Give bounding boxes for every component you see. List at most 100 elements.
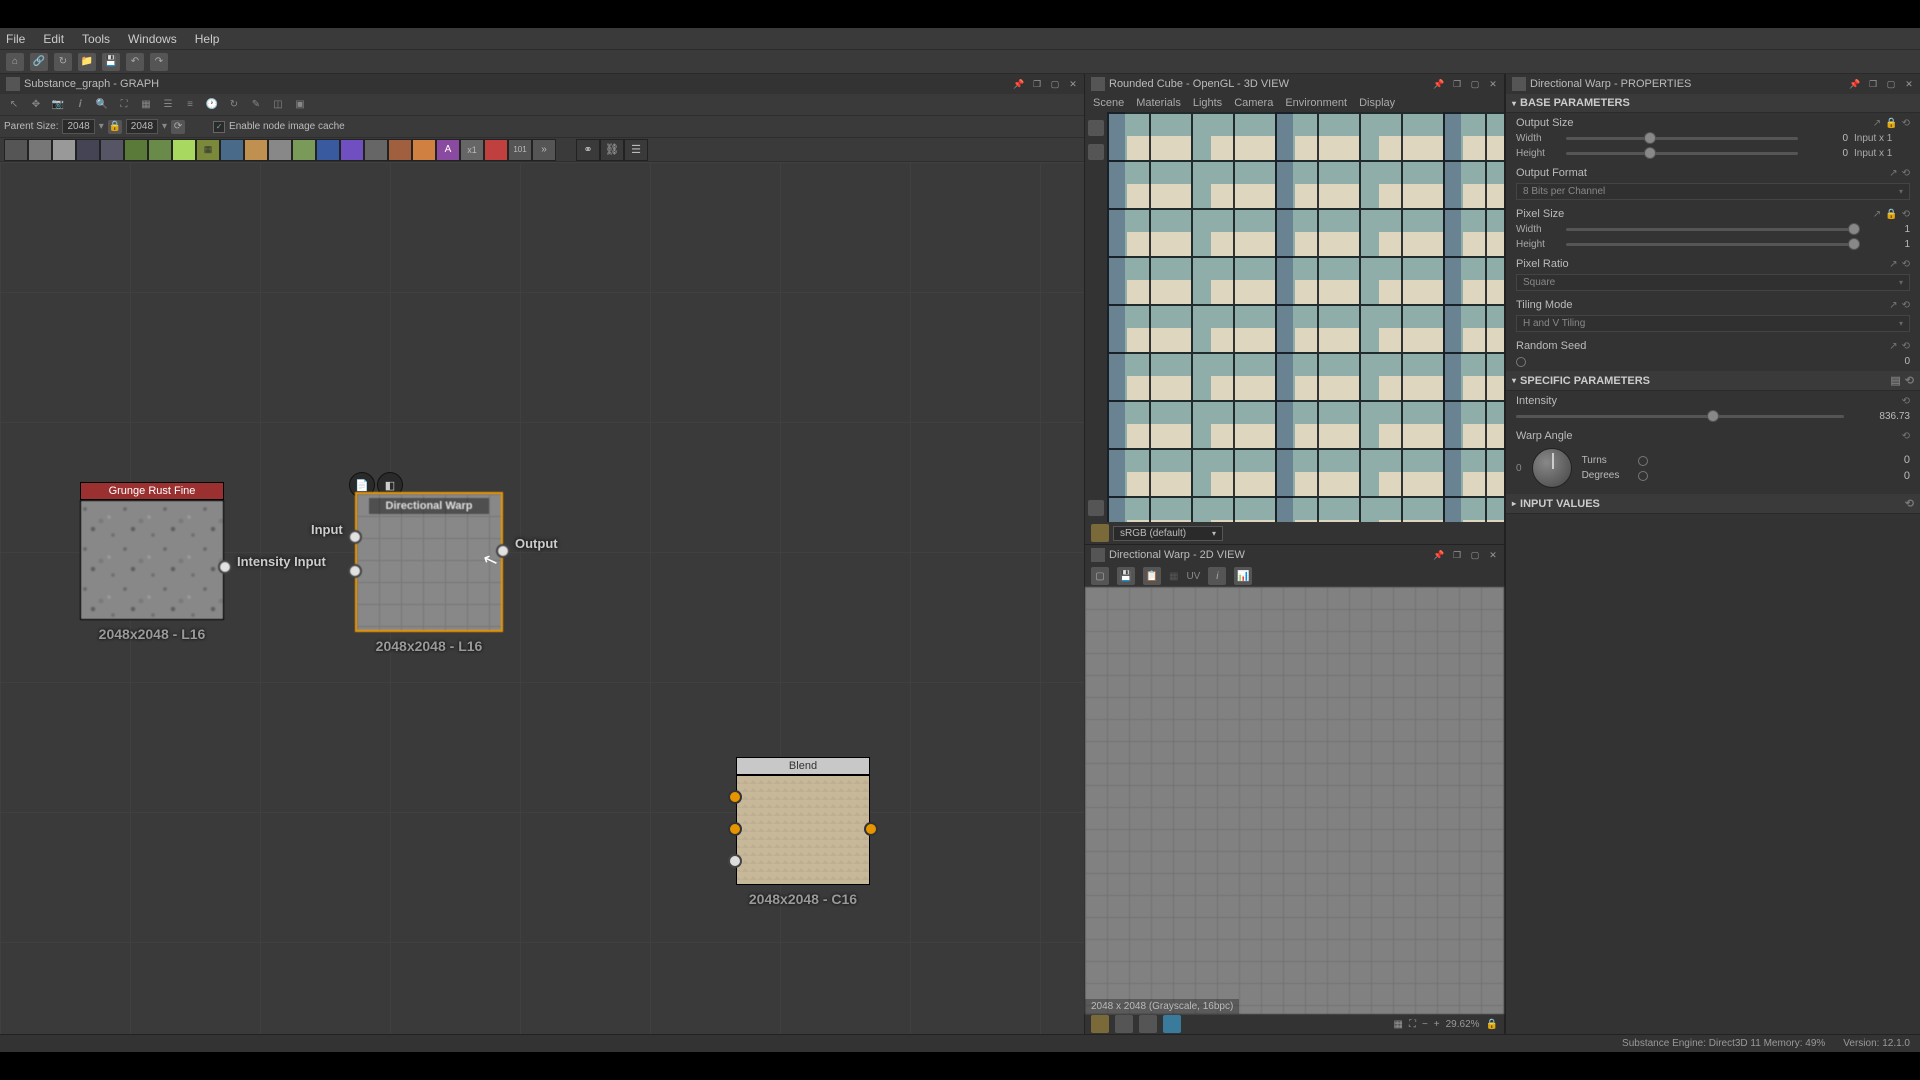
palette-link1[interactable]: ⚭ (576, 139, 600, 161)
edit-icon[interactable]: ✎ (246, 96, 266, 114)
menu-file[interactable]: File (6, 32, 25, 46)
base-params-header[interactable]: ▾ BASE PARAMETERS (1506, 94, 1920, 113)
cache-checkbox[interactable]: ✓ (213, 121, 225, 133)
random-seed-radio[interactable] (1516, 357, 1526, 367)
port-warp-in[interactable] (348, 530, 362, 544)
palette-bars[interactable]: ☰ (624, 139, 648, 161)
parent-size-dropdown[interactable]: 2048 (62, 119, 94, 134)
tab-lights[interactable]: Lights (1193, 97, 1222, 109)
tab-display[interactable]: Display (1359, 97, 1395, 109)
input-values-header[interactable]: ▸ INPUT VALUES ⟲ (1506, 494, 1920, 514)
pixel-ratio-value[interactable]: Square (1516, 274, 1910, 291)
palette-dot[interactable] (268, 139, 292, 161)
intensity-slider[interactable] (1516, 415, 1844, 418)
close-icon[interactable]: ✕ (1486, 77, 1500, 91)
link-goto-icon[interactable]: ↗ (1889, 300, 1897, 311)
menu-help[interactable]: Help (195, 32, 220, 46)
palette-green[interactable] (124, 139, 148, 161)
reset-icon[interactable]: ⟲ (1902, 300, 1910, 311)
port-blend-out[interactable] (864, 822, 878, 836)
view2d-mat-icon[interactable] (1091, 1015, 1109, 1033)
warp-angle-dial[interactable] (1532, 448, 1572, 488)
palette-link2[interactable]: ⛓ (600, 139, 624, 161)
port-blend-in2[interactable] (728, 822, 742, 836)
pin-icon[interactable]: 📌 (1848, 77, 1862, 91)
reset-all-icon[interactable]: ⟲ (1905, 374, 1914, 387)
reset-icon[interactable]: ⟲ (1902, 118, 1910, 129)
palette-blue1[interactable] (220, 139, 244, 161)
secondary-size-dropdown[interactable]: 2048 (126, 119, 158, 134)
view2d-grid-icon[interactable]: ▦ (1393, 1019, 1402, 1030)
node-grunge[interactable]: Grunge Rust Fine 2048x2048 - L16 (80, 482, 224, 642)
turns-value[interactable]: 0 (1904, 454, 1910, 466)
port-blend-in3[interactable] (728, 854, 742, 868)
menu-edit[interactable]: Edit (43, 32, 64, 46)
reset-icon[interactable]: ⟲ (1902, 431, 1910, 442)
reset-icon[interactable]: ⟲ (1905, 498, 1914, 510)
refresh-icon[interactable]: ↻ (54, 53, 72, 71)
refresh-size-icon[interactable]: ⟳ (171, 120, 185, 134)
view2d-histogram-icon[interactable]: 📊 (1234, 567, 1252, 585)
pixel-width-value[interactable]: 1 (1866, 224, 1910, 235)
palette-grid[interactable]: ▦ (196, 139, 220, 161)
output-height-slider[interactable] (1566, 152, 1798, 155)
palette-more[interactable]: » (532, 139, 556, 161)
pin-icon[interactable]: 📌 (1432, 77, 1446, 91)
restore-icon[interactable]: ❐ (1030, 77, 1044, 91)
specific-params-header[interactable]: ▾ SPECIFIC PARAMETERS ▤⟲ (1506, 371, 1920, 391)
reset-icon[interactable]: ⟲ (1902, 396, 1910, 407)
palette-a[interactable]: A (436, 139, 460, 161)
view2d-img-icon[interactable]: ▢ (1091, 567, 1109, 585)
port-warp-out[interactable] (496, 544, 510, 558)
view2d-fit-icon[interactable]: ⛶ (1409, 1019, 1416, 1030)
colorspace-dropdown[interactable]: sRGB (default) (1113, 526, 1223, 541)
lock-icon[interactable]: 🔒 (1885, 209, 1897, 220)
port-blend-in1[interactable] (728, 790, 742, 804)
palette-gray[interactable] (28, 139, 52, 161)
palette-orange[interactable] (412, 139, 436, 161)
maximize-icon[interactable]: ▢ (1048, 77, 1062, 91)
grid-icon[interactable]: ▦ (136, 96, 156, 114)
view2d-zoom-in-icon[interactable]: + (1434, 1019, 1440, 1030)
pixel-width-slider[interactable] (1566, 228, 1860, 231)
close-icon[interactable]: ✕ (1902, 77, 1916, 91)
view3d-camera-icon[interactable] (1088, 120, 1104, 136)
palette-dark[interactable] (76, 139, 100, 161)
degrees-value[interactable]: 0 (1904, 470, 1910, 482)
palette-blue2[interactable] (316, 139, 340, 161)
home-icon[interactable]: ⌂ (6, 53, 24, 71)
view3d-gizmo-icon[interactable] (1088, 500, 1104, 516)
link-goto-icon[interactable]: ↗ (1889, 168, 1897, 179)
view2d-copy-icon[interactable]: 📋 (1143, 567, 1161, 585)
view2d-ch-g[interactable] (1139, 1015, 1157, 1033)
palette-g3[interactable] (292, 139, 316, 161)
reload-icon[interactable]: ↻ (224, 96, 244, 114)
degrees-radio[interactable] (1638, 471, 1648, 481)
pixel-height-slider[interactable] (1566, 243, 1860, 246)
align-icon[interactable]: ≡ (180, 96, 200, 114)
reset-icon[interactable]: ⟲ (1902, 168, 1910, 179)
maximize-icon[interactable]: ▢ (1468, 548, 1482, 562)
view2d-channel[interactable]: ▦ (1169, 571, 1178, 582)
pin-icon[interactable]: 📌 (1432, 548, 1446, 562)
intensity-value[interactable]: 836.73 (1850, 411, 1910, 422)
output-width-slider[interactable] (1566, 137, 1798, 140)
port-warp-intensity[interactable] (348, 564, 362, 578)
palette-red[interactable] (484, 139, 508, 161)
zoom-icon[interactable]: 🔍 (92, 96, 112, 114)
link-goto-icon[interactable]: ↗ (1873, 209, 1881, 220)
view2d-uv-label[interactable]: UV (1186, 571, 1200, 582)
cursor-icon[interactable]: ↖ (4, 96, 24, 114)
palette-x1[interactable]: x1 (460, 139, 484, 161)
reset-icon[interactable]: ⟲ (1902, 341, 1910, 352)
folder-icon[interactable]: 📁 (78, 53, 96, 71)
info-icon[interactable]: 𝒊 (70, 96, 90, 114)
maximize-icon[interactable]: ▢ (1884, 77, 1898, 91)
link-goto-icon[interactable]: ↗ (1889, 259, 1897, 270)
link-icon[interactable]: 🔗 (30, 53, 48, 71)
node-warp[interactable]: 📄 ◧ Directional Warp 2048x2048 - L16 Inp… (355, 492, 503, 654)
palette-light[interactable] (52, 139, 76, 161)
time-icon[interactable]: 🕐 (202, 96, 222, 114)
palette-tex1[interactable] (100, 139, 124, 161)
view2d-info-icon[interactable]: i (1208, 567, 1226, 585)
